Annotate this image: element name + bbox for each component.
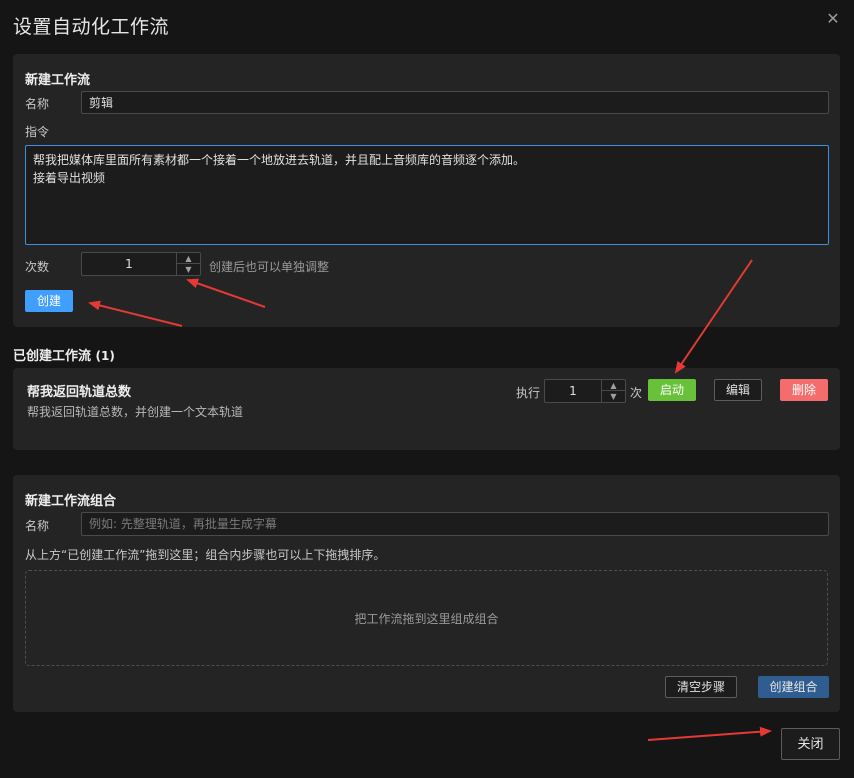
new-workflow-title: 新建工作流 [25, 73, 91, 88]
drop-zone-text: 把工作流拖到这里组成组合 [354, 612, 499, 626]
count-stepper[interactable]: 1 ▲ ▼ [81, 252, 201, 276]
combo-name-input[interactable] [81, 512, 829, 536]
workflow-name-input[interactable] [81, 91, 829, 114]
combo-drop-zone[interactable]: 把工作流拖到这里组成组合 [25, 570, 828, 666]
count-label: 次数 [25, 260, 50, 274]
combo-panel: 新建工作流组合 名称 从上方“已创建工作流”拖到这里；组合内步骤也可以上下拖拽排… [13, 475, 840, 712]
create-workflow-button[interactable]: 创建 [25, 290, 73, 312]
created-count: (1) [95, 349, 115, 363]
start-button[interactable]: 启动 [648, 379, 696, 401]
chevron-down-icon[interactable]: ▼ [602, 391, 625, 402]
stepper-arrows: ▲ ▼ [176, 253, 200, 275]
clear-steps-button[interactable]: 清空步骤 [665, 676, 737, 698]
run-label: 执行 [516, 386, 541, 400]
created-heading-text: 已创建工作流 [13, 349, 92, 364]
count-value: 1 [125, 257, 133, 271]
combo-title: 新建工作流组合 [25, 494, 117, 509]
dialog-title: 设置自动化工作流 [13, 16, 170, 38]
workflow-card: 帮我返回轨道总数 帮我返回轨道总数，并创建一个文本轨道 执行 1 ▲ ▼ 次 启… [13, 368, 840, 450]
new-workflow-panel: 新建工作流 名称 指令 次数 1 ▲ ▼ 创建后也可以单独调整 创建 [13, 54, 840, 327]
create-combo-button[interactable]: 创建组合 [758, 676, 829, 698]
run-count-stepper[interactable]: 1 ▲ ▼ [544, 379, 626, 403]
combo-help-text: 从上方“已创建工作流”拖到这里；组合内步骤也可以上下拖拽排序。 [25, 548, 386, 562]
combo-name-label: 名称 [25, 519, 50, 533]
run-unit: 次 [630, 386, 643, 400]
annotation-arrow [647, 726, 772, 741]
chevron-down-icon[interactable]: ▼ [177, 264, 200, 275]
workflow-description: 帮我返回轨道总数，并创建一个文本轨道 [27, 405, 244, 419]
footer-close-button[interactable]: 关闭 [781, 728, 840, 760]
instruction-textarea[interactable] [25, 145, 829, 245]
stepper-arrows: ▲ ▼ [601, 380, 625, 402]
name-label: 名称 [25, 97, 50, 111]
created-workflows-heading: 已创建工作流 (1) [13, 345, 115, 364]
count-hint: 创建后也可以单独调整 [209, 260, 330, 274]
close-icon[interactable]: ✕ [824, 10, 842, 28]
run-count-value: 1 [569, 384, 577, 398]
workflow-title: 帮我返回轨道总数 [27, 385, 132, 400]
chevron-up-icon[interactable]: ▲ [177, 253, 200, 264]
delete-button[interactable]: 删除 [780, 379, 828, 401]
edit-button[interactable]: 编辑 [714, 379, 762, 401]
chevron-up-icon[interactable]: ▲ [602, 380, 625, 391]
instruction-label: 指令 [25, 125, 50, 139]
